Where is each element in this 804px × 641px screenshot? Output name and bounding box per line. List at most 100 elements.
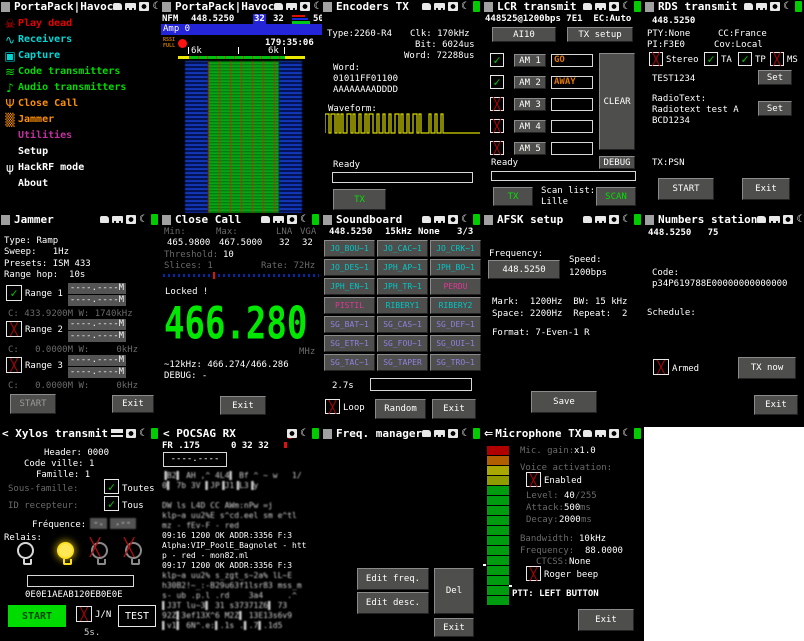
sound-button[interactable]: SG_FOU~1 [377, 335, 428, 352]
sound-button[interactable]: RIBERY1 [377, 297, 428, 314]
cc-value[interactable]: CC:France [718, 29, 767, 39]
relay-bulb-on[interactable] [57, 542, 74, 559]
jam-range-hop[interactable]: Range hop: 10s [4, 270, 85, 280]
exit-button[interactable]: Exit [754, 395, 798, 415]
am-button[interactable]: AM 3 [514, 98, 546, 111]
sound-button[interactable]: SG_ETR~1 [324, 335, 375, 352]
encoder-type[interactable]: Type:2260-R4 [327, 29, 392, 39]
back-arrow-icon[interactable]: ⇐ [484, 428, 493, 439]
am-checkbox[interactable]: ✓ [490, 53, 504, 67]
range-checkbox[interactable]: ✓ [6, 285, 22, 301]
menu-item[interactable]: ∿ Receivers [2, 32, 72, 48]
attack-value[interactable]: 500 [564, 503, 580, 513]
address-button[interactable]: AI10 [492, 27, 556, 42]
sound-button[interactable]: JO_CRK~1 [430, 240, 481, 257]
frequency-list-item[interactable]: 1944.0000:Ratatouille CH2 [323, 473, 483, 489]
menu-item[interactable]: ▒ Jammer [2, 112, 54, 128]
relay-bulb-ignore[interactable]: ╳ [125, 542, 142, 559]
exit-button[interactable]: Exit [578, 609, 634, 631]
sound-button[interactable]: PERDU [430, 278, 481, 295]
cov-value[interactable]: Cov:Local [714, 40, 763, 50]
ctcss-value[interactable]: None [569, 557, 591, 567]
min-value[interactable]: 465.9800 [167, 238, 210, 248]
psn-value[interactable]: TEST1234 [652, 74, 695, 84]
ta-checkbox[interactable]: ✓ [704, 52, 718, 66]
edit-freq-button[interactable]: Edit freq. [357, 568, 429, 590]
gain-value[interactable]: x1.0 [574, 446, 596, 456]
receiver-checkbox[interactable]: ✓ [104, 496, 119, 511]
jam-presets[interactable]: Presets: ISM 433 [4, 259, 91, 269]
vga-gain[interactable]: 32 [273, 14, 284, 24]
sound-button[interactable]: RIBERY2 [430, 297, 481, 314]
range-max-field[interactable]: ----.----M [68, 367, 126, 378]
vga-value[interactable]: 32 [302, 238, 313, 248]
menu-item[interactable]: ψ HackRF mode [2, 160, 84, 176]
psn-set-button[interactable]: Set [758, 70, 792, 85]
tx-mode[interactable]: TX:PSN [652, 158, 685, 168]
frequency-list-item[interactable]: 382.3000:Things [323, 505, 483, 521]
exit-button[interactable]: Exit [220, 396, 266, 415]
frequency-list-item[interactable]: 466.8500:12/26 01:43 [323, 521, 483, 537]
stereo-checkbox[interactable]: ╳ [649, 52, 663, 66]
start-button[interactable]: START [8, 605, 66, 627]
sound-button[interactable]: JO_BOU~1 [324, 240, 375, 257]
relay-bulb-ignore[interactable]: ╳ [91, 542, 108, 559]
edit-desc-button[interactable]: Edit desc. [357, 592, 429, 614]
frequency-list-item[interactable]: 1940.0000:Ratatouille CH1 [323, 457, 483, 473]
tx-now-button[interactable]: TX now [738, 357, 796, 379]
frequency-value[interactable]: 88.0000 [585, 546, 623, 556]
armed-checkbox[interactable]: ╳ [653, 359, 669, 375]
frequency-field[interactable]: 448.5250 [488, 260, 560, 279]
subfamily-checkbox[interactable]: ✓ [104, 479, 119, 494]
sound-button[interactable]: SG_TRO~1 [430, 354, 481, 371]
frequency-value[interactable]: 448.5250 [191, 14, 234, 24]
exit-button[interactable]: Exit [112, 395, 154, 413]
sound-button[interactable]: SG_TAC~1 [324, 354, 375, 371]
volume-value[interactable]: 50 [313, 14, 322, 24]
menu-item[interactable]: ♪ Audio transmitters [2, 80, 126, 96]
tx-button[interactable]: TX [333, 189, 386, 210]
am-button[interactable]: AM 2 [514, 76, 546, 89]
threshold-value[interactable]: 10 [223, 250, 234, 260]
sound-button[interactable]: JPH_AP~1 [377, 259, 428, 276]
jn-checkbox[interactable]: ╳ [76, 606, 92, 622]
menu-item[interactable]: ▣ Capture [2, 48, 60, 64]
bandwidth-value[interactable]: 10kHz [579, 534, 606, 544]
speed-value[interactable]: 1200bps [569, 268, 607, 278]
menu-item[interactable]: Setup [2, 144, 48, 160]
am-message-field[interactable]: AWAY [551, 76, 593, 89]
lna-gain[interactable]: 32 [253, 14, 266, 24]
range-max-field[interactable]: ----.----M [68, 295, 126, 306]
menu-item[interactable]: Utilities [2, 128, 72, 144]
am-checkbox[interactable]: ✓ [490, 75, 504, 89]
menu-item[interactable]: ≋ Code transmitters [2, 64, 120, 80]
frequency-field[interactable]: ----.---- [163, 452, 227, 467]
radiotext-set-button[interactable]: Set [758, 101, 792, 116]
bandwidth-value[interactable]: 15kHz [385, 227, 412, 237]
mode-select[interactable]: NFM [162, 14, 178, 24]
tx-button[interactable]: TX [493, 187, 533, 206]
am-checkbox[interactable]: ╳ [490, 97, 504, 111]
delete-button[interactable]: Del [434, 568, 474, 614]
frequency-value[interactable]: 448.5250 [652, 16, 695, 26]
enabled-checkbox[interactable]: ╳ [526, 472, 541, 487]
start-button[interactable]: START [10, 394, 56, 414]
am-message-field[interactable] [551, 98, 593, 111]
ms-checkbox[interactable]: ╳ [770, 52, 784, 66]
range-min-field[interactable]: ----.----M [68, 283, 126, 294]
decay-value[interactable]: 2000 [559, 515, 581, 525]
scan-button[interactable]: SCAN [596, 187, 636, 206]
header-value[interactable]: Header: 0000 [44, 448, 109, 458]
range-max-field[interactable]: ----.----M [68, 331, 126, 342]
am-button[interactable]: AM 1 [514, 54, 546, 67]
space-repeat-line[interactable]: Space: 2200Hz Repeat: 2 [492, 309, 627, 319]
roger-beep-checkbox[interactable]: ╳ [526, 566, 541, 581]
loop-checkbox[interactable]: ╳ [325, 399, 340, 414]
sound-button[interactable]: SG_BAT~1 [324, 316, 375, 333]
sound-button[interactable]: SG_TAPER [377, 354, 428, 371]
mark-bw-line[interactable]: Mark: 1200Hz BW: 15 kHz [492, 297, 627, 307]
sound-button[interactable]: JPH_EN~1 [324, 278, 375, 295]
start-button[interactable]: START [658, 178, 714, 200]
sound-button[interactable]: SG_DEF~1 [430, 316, 481, 333]
range-checkbox[interactable]: ╳ [6, 321, 22, 337]
